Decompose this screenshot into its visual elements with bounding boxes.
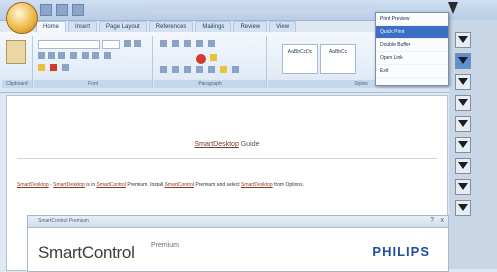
bold-icon[interactable] [38, 52, 45, 59]
smartdesktop-strip [449, 20, 497, 269]
body-link[interactable]: SmartControl [97, 182, 126, 188]
partition-icon[interactable] [455, 95, 471, 111]
style-heading[interactable]: AaBbCc [320, 44, 356, 74]
smartcontrol-title: SmartControl Premium [38, 218, 89, 224]
close-icon[interactable]: x [441, 217, 445, 224]
sort-icon[interactable] [196, 54, 206, 64]
body-text: Premium and select [194, 182, 241, 188]
menu-item-exit[interactable]: Exit [376, 65, 448, 78]
menu-item-open-link[interactable]: Open Link [376, 52, 448, 65]
body-link[interactable]: SmartDesktop [241, 182, 273, 188]
smartcontrol-window: SmartControl Premium ? x SmartControl Pr… [27, 215, 449, 272]
paragraph-group: Paragraph [154, 36, 267, 88]
document-heading: SmartDesktop Guide [7, 141, 447, 148]
style-normal[interactable]: AaBbCcDc [282, 44, 318, 74]
shrink-font-icon[interactable] [134, 40, 141, 47]
align-left-icon[interactable] [160, 66, 167, 73]
partition-icon[interactable] [455, 116, 471, 132]
tab-home[interactable]: Home [36, 21, 67, 32]
partition-icon[interactable] [455, 137, 471, 153]
grow-font-icon[interactable] [124, 40, 131, 47]
shading-icon[interactable] [220, 66, 227, 73]
partition-icon[interactable] [455, 53, 471, 69]
body-text: from Options. [272, 182, 305, 188]
tab-insert[interactable]: Insert [68, 21, 98, 32]
ribbon-tabs: Home Insert Page Layout References Maili… [36, 21, 297, 32]
premium-label: Premium [151, 242, 180, 249]
body-text: Premium. Install [125, 182, 165, 188]
highlight-icon[interactable] [38, 64, 45, 71]
heading-link[interactable]: SmartDesktop [195, 141, 239, 148]
line-spacing-icon[interactable] [208, 66, 215, 73]
group-label-font: Font [34, 80, 152, 88]
align-center-icon[interactable] [172, 66, 179, 73]
philips-logo: PHILIPS [372, 244, 430, 259]
help-icon[interactable]: ? [430, 217, 434, 224]
numbering-icon[interactable] [172, 40, 179, 47]
heading-text: Guide [240, 141, 260, 148]
menu-item-print-preview[interactable]: Print Preview [376, 13, 448, 26]
tab-page-layout[interactable]: Page Layout [99, 21, 147, 32]
window-title [150, 5, 370, 14]
office-button[interactable] [6, 2, 38, 34]
body-text: is in [84, 182, 97, 188]
body-link[interactable]: SmartDesktop [17, 182, 49, 188]
superscript-icon[interactable] [92, 52, 99, 59]
increase-indent-icon[interactable] [208, 40, 215, 47]
group-label-clipboard: Clipboard [2, 80, 32, 88]
multilevel-list-icon[interactable] [184, 40, 191, 47]
menu-item-double-buffer[interactable]: Double Buffer [376, 39, 448, 52]
clear-format-icon[interactable] [62, 64, 69, 71]
font-name-combo[interactable] [38, 40, 100, 49]
justify-icon[interactable] [196, 66, 203, 73]
font-size-combo[interactable] [102, 40, 120, 49]
font-group: Font [34, 36, 153, 88]
tab-view[interactable]: View [269, 21, 297, 32]
tab-references[interactable]: References [148, 21, 194, 32]
partition-icon[interactable] [455, 32, 471, 48]
tab-mailings[interactable]: Mailings [195, 21, 232, 32]
change-case-icon[interactable] [104, 52, 111, 59]
partition-icon[interactable] [455, 200, 471, 216]
document-body: SmartDesktop - SmartDesktop is in SmartC… [17, 181, 417, 189]
document-page[interactable]: SmartDesktop Guide SmartDesktop - SmartD… [6, 95, 449, 272]
borders-icon[interactable] [232, 66, 239, 73]
group-label-paragraph: Paragraph [154, 80, 266, 88]
partition-icon[interactable] [455, 179, 471, 195]
font-color-icon[interactable] [50, 64, 57, 71]
divider [17, 158, 437, 159]
paste-icon[interactable] [6, 40, 26, 64]
context-menu: Print Preview Quick Print Double Buffer … [375, 12, 449, 86]
save-icon[interactable] [40, 4, 52, 16]
bullets-icon[interactable] [160, 40, 167, 47]
tab-review[interactable]: Review [233, 21, 268, 32]
italic-icon[interactable] [48, 52, 55, 59]
redo-icon[interactable] [72, 4, 84, 16]
smartcontrol-logo: SmartControl [38, 243, 135, 262]
partition-icon[interactable] [455, 74, 471, 90]
body-link[interactable]: SmartDesktop [53, 182, 85, 188]
menu-item-quick-print[interactable]: Quick Print [376, 26, 448, 39]
strikethrough-icon[interactable] [70, 52, 77, 59]
smartcontrol-titlebar: SmartControl Premium ? x [28, 216, 448, 228]
underline-icon[interactable] [58, 52, 65, 59]
clipboard-group: Clipboard [2, 36, 33, 88]
partition-icon[interactable] [455, 158, 471, 174]
align-right-icon[interactable] [184, 66, 191, 73]
decrease-indent-icon[interactable] [196, 40, 203, 47]
undo-icon[interactable] [56, 4, 68, 16]
pointer-icon [448, 2, 458, 14]
subscript-icon[interactable] [82, 52, 89, 59]
body-link[interactable]: SmartControl [165, 182, 194, 188]
quick-access-toolbar [40, 4, 84, 16]
show-marks-icon[interactable] [210, 54, 217, 61]
